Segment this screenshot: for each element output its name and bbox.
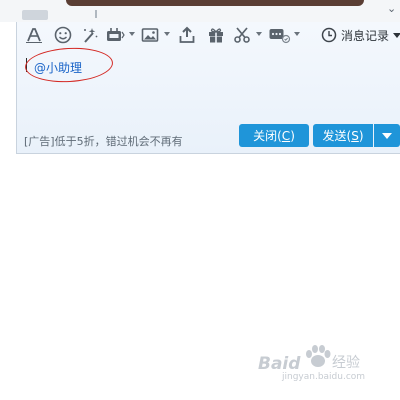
screen-shake-icon[interactable] — [105, 26, 125, 44]
chevron-down-icon — [382, 132, 392, 139]
screenshot-icon[interactable] — [233, 26, 251, 44]
watermark: Baid 经验 jingyan.baidu.com — [250, 340, 385, 385]
chevron-down-icon[interactable] — [294, 32, 300, 36]
ad-link[interactable]: [广告]低于5折，错过机会不再有 — [24, 133, 183, 149]
message-history-label: 消息记录 — [341, 28, 390, 43]
image-icon[interactable] — [141, 26, 159, 44]
magic-icon[interactable] — [81, 26, 99, 44]
send-button[interactable]: 发送(S) — [313, 124, 373, 147]
chevron-down-icon[interactable] — [256, 32, 262, 36]
thumbnail — [22, 10, 48, 20]
message-history-button[interactable]: 消息记录 — [321, 26, 400, 44]
chevron-down-icon[interactable] — [129, 32, 135, 36]
clock-icon — [321, 27, 337, 43]
close-shortcut-key: C — [281, 128, 291, 143]
upload-file-icon[interactable] — [178, 26, 196, 44]
paw-icon — [306, 345, 331, 367]
chat-input-panel: 消息记录 @小助理 [广告]低于5折，错过机会不再有 关闭(C) 发送(S) — [16, 22, 400, 154]
message-input[interactable]: @小助理 — [23, 45, 395, 116]
close-button-suffix: ) — [290, 128, 295, 143]
send-options-button[interactable] — [374, 124, 400, 147]
divider — [95, 10, 97, 18]
previous-window-strip: ⌄ — [0, 0, 400, 22]
emoji-icon[interactable] — [54, 26, 72, 44]
send-button-label: 发送( — [322, 129, 352, 143]
font-icon[interactable] — [25, 26, 43, 44]
close-button[interactable]: 关闭(C) — [239, 124, 309, 147]
watermark-brand-suffix: 经验 — [332, 355, 360, 371]
annotation-circle — [24, 45, 114, 85]
input-toolbar: 消息记录 — [17, 22, 400, 48]
chevron-down-icon[interactable] — [164, 32, 170, 36]
send-shortcut-key: S — [351, 128, 359, 143]
watermark-brand: Baid — [258, 354, 301, 374]
message-bubble-edge — [66, 0, 364, 6]
close-button-label: 关闭( — [253, 129, 282, 143]
chevron-down-icon — [393, 32, 400, 38]
gift-icon[interactable] — [207, 26, 225, 44]
chevron-down-icon[interactable]: ⌄ — [387, 3, 396, 14]
watermark-url: jingyan.baidu.com — [282, 372, 366, 382]
send-button-suffix: ) — [358, 128, 364, 143]
more-icon[interactable] — [268, 26, 292, 44]
